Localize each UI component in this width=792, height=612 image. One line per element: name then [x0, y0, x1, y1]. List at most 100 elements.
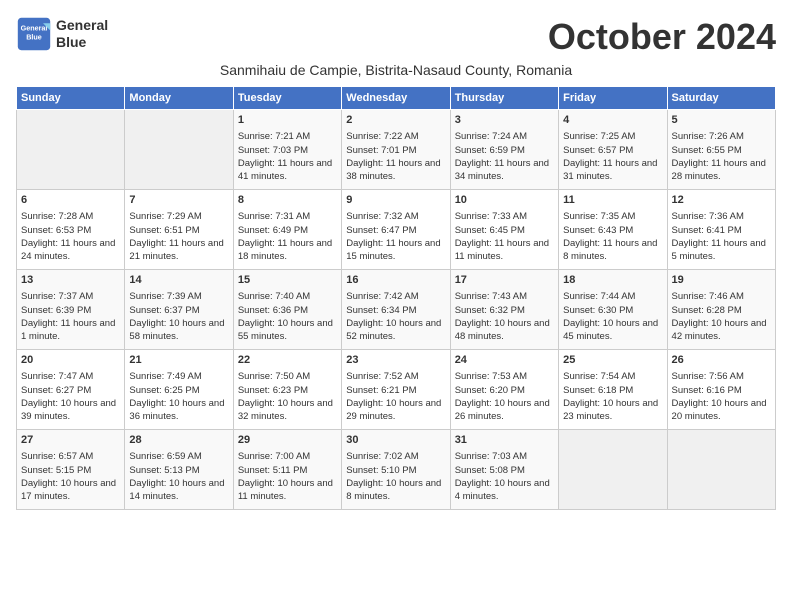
calendar-header-row: SundayMondayTuesdayWednesdayThursdayFrid…	[17, 87, 776, 110]
calendar-cell: 23 Sunrise: 7:52 AMSunset: 6:21 PMDayligh…	[342, 350, 450, 430]
day-info: Sunset: 6:43 PM	[563, 224, 662, 237]
calendar-week-row: 20Sunrise: 7:47 AMSunset: 6:27 PMDayligh…	[17, 350, 776, 430]
day-info: Sunset: 6:18 PM	[563, 384, 662, 397]
calendar-week-row: 13Sunrise: 7:37 AMSunset: 6:39 PMDayligh…	[17, 270, 776, 350]
calendar-cell: 22Sunrise: 7:50 AMSunset: 6:23 PMDayligh…	[233, 350, 341, 430]
day-info: Daylight: 10 hours and 11 minutes.	[238, 477, 337, 504]
calendar-cell: 8Sunrise: 7:31 AMSunset: 6:49 PMDaylight…	[233, 190, 341, 270]
day-info: Sunset: 7:03 PM	[238, 144, 337, 157]
day-info: Sunrise: 7:54 AM	[563, 370, 662, 383]
header-cell-sunday: Sunday	[17, 87, 125, 110]
calendar-week-row: 1 Sunrise: 7:21 AMSunset: 7:03 PM Daylight…	[17, 110, 776, 190]
day-number: 27	[21, 433, 120, 448]
day-info: Sunset: 6:34 PM	[346, 304, 445, 317]
day-info: Sunset: 6:32 PM	[455, 304, 554, 317]
day-info: Daylight: 10 hours and 45 minutes.	[563, 317, 662, 344]
day-info: Sunrise: 7:31 AM	[238, 210, 337, 223]
calendar-cell: 24Sunrise: 7:53 AMSunset: 6:20 PMDayligh…	[450, 350, 558, 430]
day-info: Sunrise: 7:32 AM	[346, 210, 445, 223]
calendar-cell: 7 Sunrise: 7:29 AMSunset: 6:51 PMDaylight…	[125, 190, 233, 270]
day-info: Daylight: 11 hours and 21 minutes.	[129, 237, 228, 264]
day-info: Sunrise: 7:50 AM	[238, 370, 337, 383]
day-number: 15	[238, 273, 337, 288]
day-info: Sunrise: 7:46 AM	[672, 290, 771, 303]
header-cell-friday: Friday	[559, 87, 667, 110]
day-info: Daylight: 11 hours and 28 minutes.	[672, 157, 771, 184]
day-info: Sunset: 5:15 PM	[21, 464, 120, 477]
calendar-cell: 20Sunrise: 7:47 AMSunset: 6:27 PMDayligh…	[17, 350, 125, 430]
day-info: Sunrise: 6:59 AM	[129, 450, 228, 463]
day-info: Sunrise: 7:28 AM	[21, 210, 120, 223]
calendar-cell: 10Sunrise: 7:33 AMSunset: 6:45 PMDayligh…	[450, 190, 558, 270]
day-number: 26	[672, 353, 771, 368]
day-info: Sunset: 6:59 PM	[455, 144, 554, 157]
day-info: Sunrise: 7:02 AM	[346, 450, 445, 463]
day-info: Sunrise: 7:37 AM	[21, 290, 120, 303]
day-info: Sunset: 6:47 PM	[346, 224, 445, 237]
day-info: Daylight: 11 hours and 34 minutes.	[455, 157, 554, 184]
day-info: Sunrise: 7:43 AM	[455, 290, 554, 303]
day-number: 23	[346, 353, 445, 368]
day-info: Sunset: 6:16 PM	[672, 384, 771, 397]
calendar-week-row: 6Sunrise: 7:28 AMSunset: 6:53 PMDaylight…	[17, 190, 776, 270]
day-info: Sunset: 6:55 PM	[672, 144, 771, 157]
calendar-cell	[17, 110, 125, 190]
day-info: Sunrise: 7:00 AM	[238, 450, 337, 463]
day-number: 11	[563, 193, 662, 208]
day-number: 6	[21, 193, 120, 208]
svg-text:General: General	[21, 23, 48, 32]
day-info: Daylight: 10 hours and 39 minutes.	[21, 397, 120, 424]
day-info: Daylight: 10 hours and 52 minutes.	[346, 317, 445, 344]
day-number: 10	[455, 193, 554, 208]
day-number: 8	[238, 193, 337, 208]
day-info: Sunset: 6:45 PM	[455, 224, 554, 237]
day-info: Sunset: 6:21 PM	[346, 384, 445, 397]
day-info: Daylight: 10 hours and 58 minutes.	[129, 317, 228, 344]
calendar-cell: 21Sunrise: 7:49 AMSunset: 6:25 PMDayligh…	[125, 350, 233, 430]
day-info: Daylight: 10 hours and 29 minutes.	[346, 397, 445, 424]
day-number: 28	[129, 433, 228, 448]
svg-text:Blue: Blue	[26, 32, 42, 41]
header-cell-wednesday: Wednesday	[342, 87, 450, 110]
day-info: Daylight: 11 hours and 31 minutes.	[563, 157, 662, 184]
calendar-cell: 13Sunrise: 7:37 AMSunset: 6:39 PMDayligh…	[17, 270, 125, 350]
day-info: Sunrise: 7:36 AM	[672, 210, 771, 223]
day-info: Daylight: 11 hours and 1 minute.	[21, 317, 120, 344]
calendar-cell: 9Sunrise: 7:32 AMSunset: 6:47 PMDaylight…	[342, 190, 450, 270]
day-info: Sunrise: 7:03 AM	[455, 450, 554, 463]
day-number: 13	[21, 273, 120, 288]
day-info: Sunset: 6:37 PM	[129, 304, 228, 317]
calendar-cell	[667, 430, 775, 510]
day-number: 12	[672, 193, 771, 208]
day-info: Sunrise: 7:29 AM	[129, 210, 228, 223]
page-subtitle: Sanmihaiu de Campie, Bistrita-Nasaud Cou…	[16, 62, 776, 78]
day-info: Sunset: 6:25 PM	[129, 384, 228, 397]
day-info: Daylight: 10 hours and 32 minutes.	[238, 397, 337, 424]
day-info: Sunset: 6:27 PM	[21, 384, 120, 397]
month-title: October 2024	[548, 16, 776, 58]
day-number: 16	[346, 273, 445, 288]
calendar-cell: 30Sunrise: 7:02 AMSunset: 5:10 PMDayligh…	[342, 430, 450, 510]
day-number: 14	[129, 273, 228, 288]
day-number: 7	[129, 193, 228, 208]
day-info: Sunrise: 7:21 AM	[238, 130, 337, 143]
day-info: Sunset: 6:51 PM	[129, 224, 228, 237]
calendar-cell: 4Sunrise: 7:25 AMSunset: 6:57 PMDaylight…	[559, 110, 667, 190]
day-number: 22	[238, 353, 337, 368]
day-number: 20	[21, 353, 120, 368]
calendar-cell: 17Sunrise: 7:43 AMSunset: 6:32 PMDayligh…	[450, 270, 558, 350]
day-info: Daylight: 11 hours and 38 minutes.	[346, 157, 445, 184]
day-number: 18	[563, 273, 662, 288]
day-info: Daylight: 10 hours and 8 minutes.	[346, 477, 445, 504]
day-info: Sunrise: 7:24 AM	[455, 130, 554, 143]
day-number: 1	[238, 113, 337, 128]
day-info: Sunset: 6:20 PM	[455, 384, 554, 397]
calendar-cell: 1Sunrise: 7:21 AMSunset: 7:03 PMDaylight…	[233, 110, 341, 190]
day-info: Sunset: 7:01 PM	[346, 144, 445, 157]
day-info: Sunset: 6:30 PM	[563, 304, 662, 317]
day-number: 9	[346, 193, 445, 208]
day-info: Daylight: 10 hours and 26 minutes.	[455, 397, 554, 424]
day-number: 5	[672, 113, 771, 128]
day-info: Sunrise: 7:52 AM	[346, 370, 445, 383]
day-info: Sunset: 5:08 PM	[455, 464, 554, 477]
